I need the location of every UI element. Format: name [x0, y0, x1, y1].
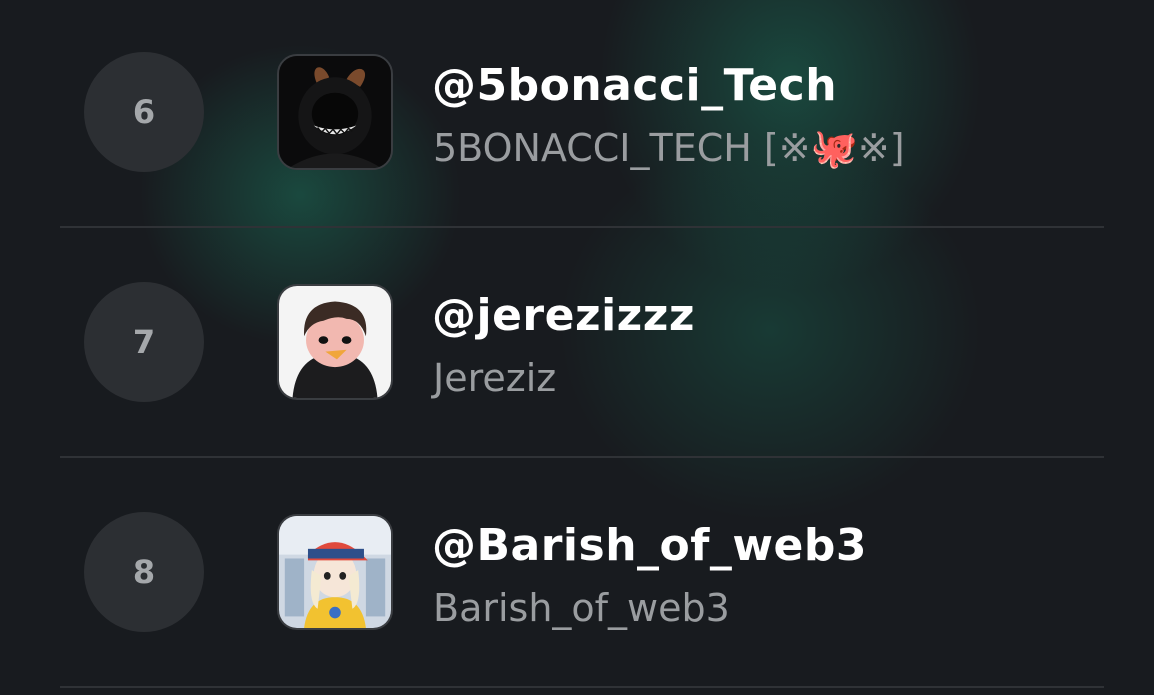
dark-hooded-grinning-rabbit-avatar-icon [279, 56, 391, 168]
rank-badge: 8 [84, 512, 204, 632]
cartoon-girl-cap-avatar-icon [279, 516, 391, 628]
user-handle: @5bonacci_Tech [432, 60, 838, 111]
cartoon-penguin-hoodie-avatar-icon [279, 286, 391, 398]
leaderboard-row[interactable]: 6 @5bonacci_Tech 5BONACCI_TECH [※🐙※] [0, 0, 1154, 228]
leaderboard-row[interactable]: 8 @Barish_of_web3 Barish_of_web3 [0, 458, 1154, 688]
user-display-name: Jereziz [433, 356, 557, 400]
leaderboard-list: 6 @5bonacci_Tech 5BONACCI_TECH [※🐙※] 7 @… [0, 0, 1154, 695]
rank-badge: 7 [84, 282, 204, 402]
user-avatar[interactable] [277, 284, 393, 400]
user-handle: @Barish_of_web3 [432, 520, 867, 571]
user-display-name: Barish_of_web3 [433, 586, 730, 630]
user-avatar[interactable] [277, 54, 393, 170]
leaderboard-row[interactable]: 7 @jerezizzz Jereziz [0, 228, 1154, 458]
user-display-name: 5BONACCI_TECH [※🐙※] [433, 126, 905, 170]
user-avatar[interactable] [277, 514, 393, 630]
rank-badge: 6 [84, 52, 204, 172]
user-handle: @jerezizzz [432, 290, 695, 341]
row-divider [60, 686, 1104, 688]
